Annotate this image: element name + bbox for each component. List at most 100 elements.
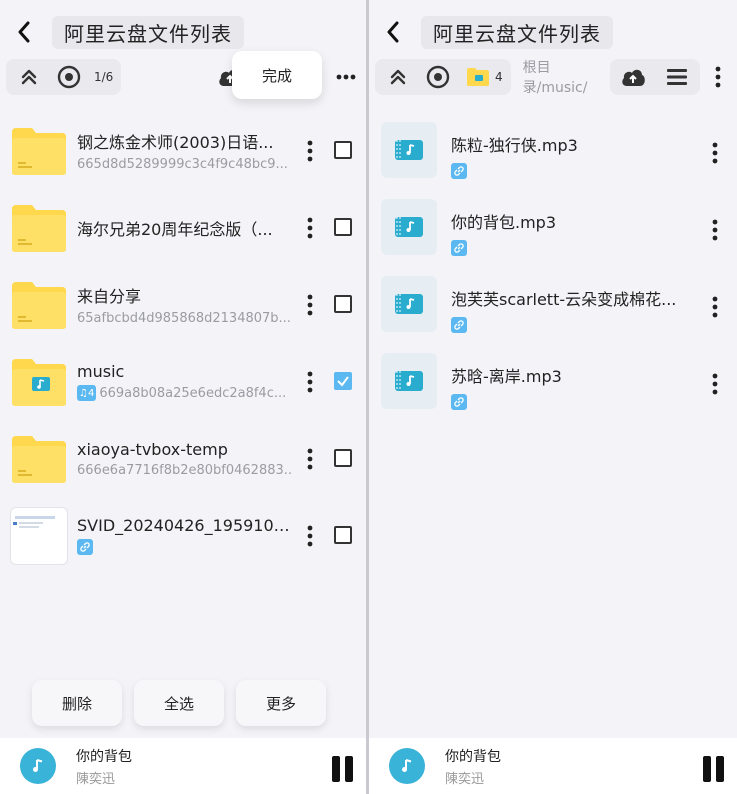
list-item[interactable]: 陈粒-独行侠.mp3 — [369, 122, 737, 199]
delete-button[interactable]: 删除 — [32, 680, 122, 726]
collapse-up-icon[interactable] — [383, 62, 413, 92]
file-name: 钢之炼金术师(2003)日语... — [77, 133, 274, 152]
file-name: 陈粒-独行侠.mp3 — [451, 136, 578, 155]
select-checkbox[interactable] — [334, 141, 352, 159]
more-menu-icon[interactable] — [706, 62, 729, 92]
list-item[interactable]: 来自分享 65afbcbd4d985868d2134807b... — [0, 266, 366, 343]
folder-count: 4 — [495, 70, 503, 84]
left-pane: 阿里云盘文件列表 1/6 完成 钢之炼金术师(2003)日语... 665d8d… — [0, 0, 366, 794]
music-folder-icon — [10, 353, 68, 411]
row-menu-icon[interactable] — [703, 138, 727, 168]
file-name: 泡芙芙scarlett-云朵变成棉花... — [451, 290, 677, 309]
file-name: 苏晗-离岸.mp3 — [451, 367, 562, 386]
select-checkbox[interactable] — [334, 372, 352, 390]
header: 阿里云盘文件列表 — [0, 14, 366, 50]
split-screen: 阿里云盘文件列表 1/6 完成 钢之炼金术师(2003)日语... 665d8d… — [0, 0, 737, 794]
list-view-icon[interactable] — [662, 62, 692, 92]
done-button[interactable]: 完成 — [232, 51, 322, 99]
file-meta — [77, 539, 293, 555]
file-id: 669a8b08a25e6edc2a8f4c... — [99, 385, 287, 401]
select-checkbox[interactable] — [334, 449, 352, 467]
breadcrumb[interactable]: 根目录/music/ — [523, 57, 611, 97]
nav-chip: 1/6 — [6, 59, 122, 95]
music-note-icon — [20, 748, 56, 784]
check-icon — [337, 376, 349, 387]
song-artist: 陳奕迅 — [76, 771, 116, 787]
music-note-icon — [389, 748, 425, 784]
file-list: 钢之炼金术师(2003)日语... 665d8d5289999c3c4f9c48… — [0, 112, 366, 574]
pause-icon[interactable] — [332, 756, 354, 782]
list-item[interactable]: SVID_20240426_195910_... — [0, 497, 366, 574]
row-menu-icon[interactable] — [703, 215, 727, 245]
audio-file-icon — [381, 276, 437, 332]
image-thumbnail — [10, 506, 68, 565]
link-icon — [451, 240, 467, 256]
file-name: 你的背包.mp3 — [451, 213, 557, 232]
more-button[interactable]: 更多 — [236, 680, 326, 726]
row-menu-icon[interactable] — [298, 367, 322, 397]
select-checkbox[interactable] — [334, 295, 352, 313]
select-checkbox[interactable] — [334, 218, 352, 236]
action-chip — [610, 59, 701, 95]
list-item[interactable]: 泡芙芙scarlett-云朵变成棉花... — [369, 276, 737, 353]
back-arrow-icon — [387, 21, 399, 43]
music-folder-icon — [463, 62, 493, 92]
link-icon — [451, 317, 467, 333]
target-icon[interactable] — [54, 62, 84, 92]
file-name: xiaoya-tvbox-temp — [77, 439, 228, 459]
row-menu-icon[interactable] — [298, 521, 322, 551]
folder-icon — [10, 122, 68, 180]
file-id: 665d8d5289999c3c4f9c48bc9... — [77, 157, 288, 172]
row-menu-icon[interactable] — [703, 292, 727, 322]
page-title: 阿里云盘文件列表 — [421, 15, 613, 49]
list-item[interactable]: 你的背包.mp3 — [369, 199, 737, 276]
row-menu-icon[interactable] — [298, 213, 322, 243]
row-menu-icon[interactable] — [298, 136, 322, 166]
row-menu-icon[interactable] — [298, 444, 322, 474]
file-id: 666e6a7716f8b2e80bf0462883... — [77, 462, 293, 478]
row-menu-icon[interactable] — [298, 290, 322, 320]
list-item[interactable]: 钢之炼金术师(2003)日语... 665d8d5289999c3c4f9c48… — [0, 112, 366, 189]
list-item[interactable]: music ♫4 669a8b08a25e6edc2a8f4c... — [0, 343, 366, 420]
file-name: SVID_20240426_195910_... — [77, 516, 293, 535]
song-title: 你的背包 — [445, 748, 501, 765]
song-artist: 陳奕迅 — [445, 771, 485, 787]
select-checkbox[interactable] — [334, 526, 352, 544]
selection-actions: 删除 全选 更多 — [32, 680, 326, 726]
right-pane: 阿里云盘文件列表 4 根目录/music/ 陈粒-独行侠.mp3 你的背包.mp… — [369, 0, 737, 794]
mini-player[interactable]: 你的背包 陳奕迅 — [0, 738, 366, 794]
file-name: music — [77, 362, 125, 381]
cloud-upload-icon[interactable] — [618, 62, 648, 92]
page-title: 阿里云盘文件列表 — [52, 15, 244, 49]
select-all-button[interactable]: 全选 — [134, 680, 224, 726]
song-title: 你的背包 — [76, 748, 132, 765]
file-meta: ♫4 669a8b08a25e6edc2a8f4c... — [77, 385, 293, 401]
music-list: 陈粒-独行侠.mp3 你的背包.mp3 泡芙芙scarlett-云朵变成棉花..… — [369, 122, 737, 430]
page-counter: 1/6 — [94, 70, 114, 84]
audio-file-icon — [381, 122, 437, 178]
music-count-badge: ♫4 — [77, 385, 97, 401]
link-icon — [451, 394, 467, 410]
collapse-up-icon[interactable] — [14, 62, 44, 92]
audio-file-icon — [381, 353, 437, 409]
back-button[interactable] — [379, 18, 407, 46]
more-menu-icon[interactable] — [334, 62, 358, 92]
link-icon — [77, 539, 93, 555]
target-icon[interactable] — [423, 62, 453, 92]
toolbar: 4 根目录/music/ — [375, 58, 729, 96]
folder-icon — [10, 199, 68, 257]
file-name: 海尔兄弟20周年纪念版（... — [77, 219, 273, 239]
row-menu-icon[interactable] — [703, 369, 727, 399]
mini-player[interactable]: 你的背包 陳奕迅 — [369, 738, 737, 794]
list-item[interactable]: xiaoya-tvbox-temp 666e6a7716f8b2e80bf046… — [0, 420, 366, 497]
back-button[interactable] — [10, 18, 38, 46]
folder-icon — [10, 430, 68, 488]
list-item[interactable]: 海尔兄弟20周年纪念版（... — [0, 189, 366, 266]
folder-icon — [10, 276, 68, 334]
file-id: 65afbcbd4d985868d2134807b... — [77, 311, 291, 326]
audio-file-icon — [381, 199, 437, 255]
list-item[interactable]: 苏晗-离岸.mp3 — [369, 353, 737, 430]
nav-chip: 4 — [375, 59, 511, 95]
pause-icon[interactable] — [703, 756, 725, 782]
back-arrow-icon — [18, 21, 30, 43]
